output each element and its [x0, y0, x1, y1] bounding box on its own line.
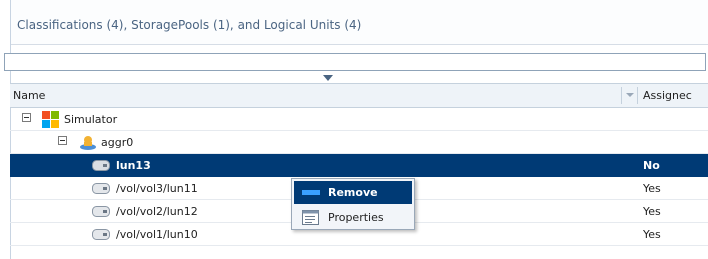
tree-row-label: aggr0 [101, 136, 134, 149]
menu-item-label: Remove [328, 186, 378, 199]
storage-pool-icon [80, 136, 96, 150]
disk-icon [92, 160, 110, 171]
disk-icon [92, 229, 110, 240]
context-menu: Remove Properties [291, 178, 415, 230]
menu-item-remove[interactable]: Remove [294, 181, 412, 204]
remove-icon [302, 190, 320, 195]
sort-indicator-icon [323, 75, 333, 81]
tree-row-aggr0[interactable]: aggr0 [10, 131, 708, 154]
column-divider[interactable] [621, 87, 622, 104]
column-header-name[interactable]: Name [13, 84, 45, 107]
column-menu-icon[interactable] [626, 93, 634, 97]
assigned-value: Yes [643, 228, 661, 241]
disk-icon [92, 183, 110, 194]
windows-icon [42, 111, 59, 128]
assigned-value: No [643, 159, 660, 172]
column-header-row: Name Assignec [10, 75, 708, 108]
column-header-assigned[interactable]: Assignec [643, 84, 708, 107]
tree-row-lun13[interactable]: lun13 No [10, 154, 708, 177]
assigned-value: Yes [643, 205, 661, 218]
panel-title: Classifications (4), StoragePools (1), a… [17, 18, 362, 32]
disk-icon [92, 206, 110, 217]
menu-item-properties[interactable]: Properties [294, 206, 412, 229]
tree-row-label: /vol/vol3/lun11 [116, 182, 198, 195]
column-divider[interactable] [637, 87, 638, 104]
collapse-toggle-icon[interactable] [58, 136, 67, 145]
tree-row-simulator[interactable]: Simulator [10, 108, 708, 131]
tree-row-label: /vol/vol1/lun10 [116, 228, 198, 241]
panel-title-bar: Classifications (4), StoragePools (1), a… [11, 0, 708, 45]
properties-icon [302, 210, 319, 225]
menu-item-label: Properties [328, 211, 384, 224]
collapse-toggle-icon[interactable] [22, 113, 31, 122]
tree-row-label: lun13 [116, 159, 151, 172]
filter-input[interactable] [4, 53, 706, 71]
assigned-value: Yes [643, 182, 661, 195]
tree-row-label: /vol/vol2/lun12 [116, 205, 198, 218]
tree-row-label: Simulator [64, 113, 118, 126]
